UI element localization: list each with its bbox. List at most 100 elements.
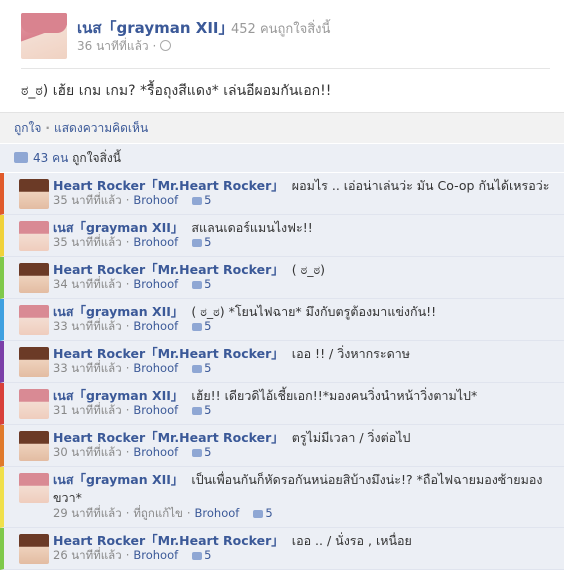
brohoof-link[interactable]: Brohoof bbox=[133, 403, 178, 417]
comment-likes[interactable]: 5 bbox=[192, 403, 211, 417]
thumbs-up-icon bbox=[192, 281, 203, 289]
comment-text: ( ಠ_ಠ) bbox=[291, 262, 325, 277]
brohoof-link[interactable]: Brohoof bbox=[133, 277, 178, 291]
comment-row: เนส「grayman XII」 เป็นเพื่อนกันก็หัดรอกันห… bbox=[0, 467, 564, 528]
comment-like-count: 5 bbox=[204, 319, 212, 333]
brohoof-link[interactable]: Brohoof bbox=[133, 361, 178, 375]
like-link[interactable]: ถูกใจ bbox=[14, 121, 41, 135]
comment-time[interactable]: 29 นาทีที่แล้ว bbox=[53, 506, 122, 520]
post-message: ಠ_ಠ) เฮ้ย เกม เกม? *รื้อถุงสีแดง* เล่นอี… bbox=[21, 83, 332, 99]
comment-row: เนส「grayman XII」 สแลนเดอร์แมนไงฟะ!! 35 นาท… bbox=[0, 215, 564, 257]
comment-likes[interactable]: 5 bbox=[192, 193, 211, 207]
commenter-avatar[interactable] bbox=[19, 305, 49, 335]
thumbs-up-icon bbox=[192, 552, 203, 560]
comment-like-count: 5 bbox=[204, 361, 212, 375]
commenter-name[interactable]: Heart Rocker「Mr.Heart Rocker」 bbox=[53, 262, 284, 277]
comment-time[interactable]: 35 นาทีที่แล้ว bbox=[53, 235, 122, 249]
commenter-avatar[interactable] bbox=[19, 431, 49, 461]
likes-text: ถูกใจสิ่งนี้ bbox=[72, 151, 121, 165]
comment-meta: 35 นาทีที่แล้ว · Brohoof 5 bbox=[53, 192, 211, 210]
commenter-name[interactable]: Heart Rocker「Mr.Heart Rocker」 bbox=[53, 430, 284, 445]
comment-time[interactable]: 30 นาทีที่แล้ว bbox=[53, 445, 122, 459]
commenter-avatar[interactable] bbox=[19, 221, 49, 251]
likes-count[interactable]: 43 คน bbox=[33, 151, 68, 165]
comment-time[interactable]: 35 นาทีที่แล้ว bbox=[53, 193, 122, 207]
dot-separator: · bbox=[125, 361, 130, 375]
thumbs-up-icon bbox=[14, 152, 28, 163]
comment-text: เออ .. / นั่งรอ , เหนื่อย bbox=[291, 533, 412, 548]
brohoof-link[interactable]: Brohoof bbox=[133, 548, 178, 562]
comment-time[interactable]: 26 นาทีที่แล้ว bbox=[53, 548, 122, 562]
thumbs-up-icon bbox=[253, 510, 264, 518]
post-header: เนส「grayman XII」 452 คนถูกใจสิ่งนี้ 36 น… bbox=[0, 0, 564, 112]
commenter-name[interactable]: เนส「grayman XII」 bbox=[53, 304, 183, 319]
commenter-name[interactable]: เนส「grayman XII」 bbox=[53, 388, 183, 403]
comment-link[interactable]: แสดงความคิดเห็น bbox=[54, 121, 148, 135]
dot-separator: · bbox=[45, 121, 50, 135]
comment-meta: 34 นาทีที่แล้ว · Brohoof 5 bbox=[53, 276, 211, 294]
thumbs-up-icon bbox=[192, 407, 203, 415]
brohoof-link[interactable]: Brohoof bbox=[133, 445, 178, 459]
brohoof-link[interactable]: Brohoof bbox=[133, 235, 178, 249]
comment-time[interactable]: 34 นาทีที่แล้ว bbox=[53, 277, 122, 291]
commenter-avatar[interactable] bbox=[19, 179, 49, 209]
comment-text: ผอมไร .. เอ่อน่าเล่นว่ะ มัน Co-op กันได้… bbox=[291, 178, 550, 193]
commenter-avatar[interactable] bbox=[19, 534, 49, 564]
thumbs-up-icon bbox=[192, 449, 203, 457]
thumbs-up-icon bbox=[192, 323, 203, 331]
commenter-avatar[interactable] bbox=[19, 473, 49, 503]
brohoof-link[interactable]: Brohoof bbox=[133, 193, 178, 207]
comment-row: เนส「grayman XII」 ( ಠ_ಠ) *โยนไฟฉาย* มึงกับ… bbox=[0, 299, 564, 341]
comment-row: Heart Rocker「Mr.Heart Rocker」 เออ !! / วิ… bbox=[0, 341, 564, 383]
comment-text: เฮ้ย!! เดียวดิไอ้เชี้ยเอก!!*มองคนวิ่งนำห… bbox=[191, 388, 478, 403]
comment-likes[interactable]: 5 bbox=[192, 277, 211, 291]
commenter-name[interactable]: Heart Rocker「Mr.Heart Rocker」 bbox=[53, 346, 284, 361]
commenter-name[interactable]: เนส「grayman XII」 bbox=[53, 472, 183, 487]
comment-meta: 35 นาทีที่แล้ว · Brohoof 5 bbox=[53, 234, 211, 252]
comment-like-count: 5 bbox=[204, 403, 212, 417]
comment-like-count: 5 bbox=[204, 445, 212, 459]
comment-row: Heart Rocker「Mr.Heart Rocker」 ( ಠ_ಠ) 34 นา… bbox=[0, 257, 564, 299]
comment-meta: 33 นาทีที่แล้ว · Brohoof 5 bbox=[53, 360, 211, 378]
commenter-avatar[interactable] bbox=[19, 347, 49, 377]
comment-meta: 30 นาทีที่แล้ว · Brohoof 5 bbox=[53, 444, 211, 462]
comment-likes[interactable]: 5 bbox=[253, 506, 273, 520]
comment-meta: 31 นาทีที่แล้ว · Brohoof 5 bbox=[53, 402, 211, 420]
post-time[interactable]: 36 นาทีที่แล้ว bbox=[77, 39, 149, 53]
post-timestamp[interactable]: 36 นาทีที่แล้ว · bbox=[77, 37, 172, 56]
divider bbox=[21, 68, 550, 69]
dot-separator: · bbox=[125, 445, 130, 459]
comment-time[interactable]: 33 นาทีที่แล้ว bbox=[53, 361, 122, 375]
commenter-avatar[interactable] bbox=[19, 389, 49, 419]
comment-text: สแลนเดอร์แมนไงฟะ!! bbox=[191, 220, 313, 235]
comment-likes[interactable]: 5 bbox=[192, 235, 211, 249]
comment-meta: 26 นาทีที่แล้ว · Brohoof 5 bbox=[53, 547, 211, 565]
dot-separator: · bbox=[125, 319, 130, 333]
comment-row: เนส「grayman XII」 เฮ้ย!! เดียวดิไอ้เชี้ยเอ… bbox=[0, 383, 564, 425]
comment-meta: 29 นาทีที่แล้ว · ที่ถูกแก้ไข · Brohoof 5 bbox=[53, 505, 273, 523]
comment-time[interactable]: 31 นาทีที่แล้ว bbox=[53, 403, 122, 417]
comment-like-count: 5 bbox=[204, 235, 212, 249]
author-avatar[interactable] bbox=[21, 13, 67, 59]
brohoof-link[interactable]: Brohoof bbox=[195, 506, 240, 520]
comment-likes[interactable]: 5 bbox=[192, 445, 211, 459]
comment-like-count: 5 bbox=[204, 193, 212, 207]
commenter-name[interactable]: Heart Rocker「Mr.Heart Rocker」 bbox=[53, 533, 284, 548]
edited-label[interactable]: ที่ถูกแก้ไข bbox=[133, 506, 183, 520]
commenter-name[interactable]: Heart Rocker「Mr.Heart Rocker」 bbox=[53, 178, 284, 193]
comment-time[interactable]: 33 นาทีที่แล้ว bbox=[53, 319, 122, 333]
thumbs-up-icon bbox=[192, 239, 203, 247]
comment-text: ( ಠ_ಠ) *โยนไฟฉาย* มึงกับตรูต้องมาแข่งกัน… bbox=[191, 304, 437, 319]
brohoof-link[interactable]: Brohoof bbox=[133, 319, 178, 333]
comment-likes[interactable]: 5 bbox=[192, 361, 211, 375]
globe-icon bbox=[160, 40, 172, 51]
thumbs-up-icon bbox=[192, 365, 203, 373]
dot-separator: · bbox=[125, 506, 130, 520]
comment-like-count: 5 bbox=[204, 277, 212, 291]
comment-likes[interactable]: 5 bbox=[192, 319, 211, 333]
post-likes-summary[interactable]: 452 คนถูกใจสิ่งนี้ bbox=[231, 18, 330, 39]
post-actions: ถูกใจ · แสดงความคิดเห็น bbox=[0, 112, 564, 144]
commenter-name[interactable]: เนส「grayman XII」 bbox=[53, 220, 183, 235]
commenter-avatar[interactable] bbox=[19, 263, 49, 293]
comment-likes[interactable]: 5 bbox=[192, 548, 211, 562]
